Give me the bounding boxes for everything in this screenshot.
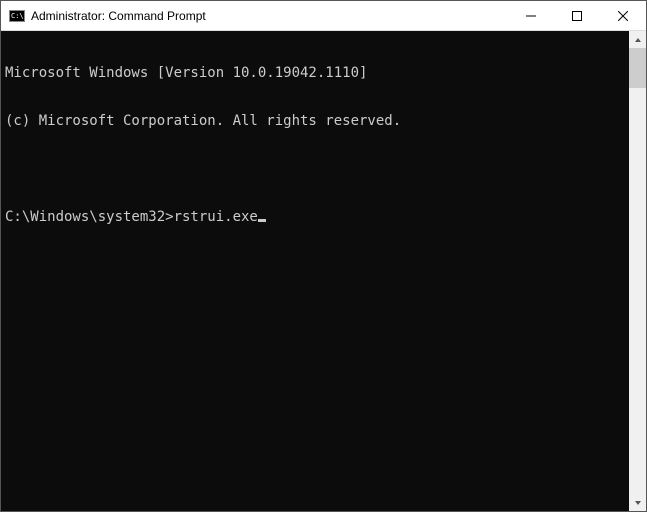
svg-text:C:\: C:\: [11, 12, 24, 20]
scroll-track[interactable]: [629, 48, 646, 494]
prompt-path: C:\Windows\system32>: [5, 209, 174, 225]
output-line: (c) Microsoft Corporation. All rights re…: [5, 113, 629, 129]
command-prompt-window: C:\ Administrator: Command Prompt Micros…: [0, 0, 647, 512]
scroll-down-button[interactable]: [629, 494, 646, 511]
text-cursor: [258, 219, 266, 222]
terminal-output[interactable]: Microsoft Windows [Version 10.0.19042.11…: [1, 31, 629, 511]
window-title: Administrator: Command Prompt: [31, 9, 206, 23]
client-area: Microsoft Windows [Version 10.0.19042.11…: [1, 31, 646, 511]
maximize-button[interactable]: [554, 1, 600, 31]
close-button[interactable]: [600, 1, 646, 31]
scroll-thumb[interactable]: [629, 48, 646, 88]
minimize-button[interactable]: [508, 1, 554, 31]
scroll-up-button[interactable]: [629, 31, 646, 48]
titlebar[interactable]: C:\ Administrator: Command Prompt: [1, 1, 646, 31]
output-line: [5, 161, 629, 177]
typed-command: rstrui.exe: [174, 209, 258, 225]
prompt-line: C:\Windows\system32>rstrui.exe: [5, 209, 629, 225]
cmd-icon: C:\: [9, 8, 25, 24]
vertical-scrollbar[interactable]: [629, 31, 646, 511]
output-line: Microsoft Windows [Version 10.0.19042.11…: [5, 65, 629, 81]
